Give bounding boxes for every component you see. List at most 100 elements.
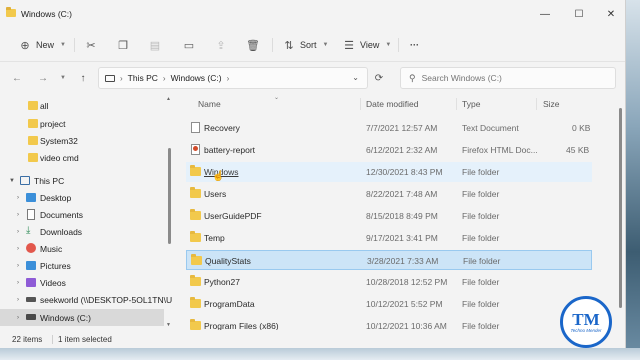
copy-button[interactable]: ❐	[116, 36, 130, 54]
file-type: File folder	[462, 233, 500, 243]
drive-icon	[26, 314, 36, 320]
paste-button[interactable]: ▤	[148, 36, 162, 54]
sidebar-item-label: Desktop	[40, 192, 72, 203]
sidebar-item-system32[interactable]: System32	[0, 132, 164, 149]
file-type: File folder	[463, 256, 501, 266]
sidebar-item-label: Videos	[40, 277, 66, 288]
mouse-cursor-icon: ☝	[212, 171, 225, 182]
sidebar-item-label: Music	[40, 243, 63, 254]
file-row-battery-report[interactable]: battery-report 6/12/2021 2:32 AM Firefox…	[186, 140, 592, 160]
refresh-button[interactable]: ⟳	[372, 71, 386, 85]
paste-icon: ▤	[149, 39, 161, 52]
forward-button[interactable]: →	[36, 71, 50, 85]
file-row-qualitystats[interactable]: QualityStats 3/28/2021 7:33 AM File fold…	[186, 250, 592, 270]
column-divider[interactable]	[360, 98, 361, 110]
file-type: Firefox HTML Doc...	[462, 145, 538, 155]
rename-button[interactable]: ▭	[182, 36, 196, 54]
breadcrumb-windows-c[interactable]: Windows (C:)	[171, 73, 222, 83]
minimize-button[interactable]: —	[534, 4, 556, 24]
sidebar-item-desktop[interactable]: › Desktop	[0, 189, 164, 206]
file-row-python27[interactable]: Python27 10/28/2018 12:52 PM File folder	[186, 272, 592, 292]
view-button[interactable]: ☰ View ▼	[342, 36, 391, 54]
sidebar-item-downloads[interactable]: › ⤓ Downloads	[0, 223, 164, 240]
folder-icon	[190, 165, 201, 176]
sidebar-scrollbar[interactable]	[168, 148, 171, 244]
expand-chevron-icon[interactable]: ›	[14, 229, 22, 235]
share-button[interactable]: ⇪	[214, 36, 228, 54]
file-date: 3/28/2021 7:33 AM	[367, 256, 439, 266]
sidebar-item-pictures[interactable]: › Pictures	[0, 257, 164, 274]
file-row-programdata[interactable]: ProgramData 10/12/2021 5:52 PM File fold…	[186, 294, 592, 314]
collapse-chevron-icon[interactable]: ▼	[8, 178, 16, 184]
cut-button[interactable]: ✂	[84, 36, 98, 54]
sidebar-item-documents[interactable]: › Documents	[0, 206, 164, 223]
more-options-button[interactable]: ···	[410, 36, 419, 54]
expand-chevron-icon[interactable]: ›	[14, 195, 22, 201]
expand-chevron-icon[interactable]: ›	[14, 212, 22, 218]
expand-chevron-icon[interactable]: ›	[14, 263, 22, 269]
file-date: 8/22/2021 7:48 AM	[366, 189, 438, 199]
sidebar-item-videos[interactable]: › Videos	[0, 274, 164, 291]
command-bar: ⊕ New ▼ ✂ ❐ ▤ ▭ ⇪ 🗑 ⇅ Sort ▼ ☰ View ▼ ··…	[0, 28, 625, 62]
column-divider[interactable]	[456, 98, 457, 110]
sidebar-item-this-pc[interactable]: ▼ This PC	[0, 172, 164, 189]
address-bar[interactable]: › This PC › Windows (C:) › ⌄	[98, 67, 368, 89]
file-date: 10/12/2021 10:36 AM	[366, 321, 447, 330]
sort-button[interactable]: ⇅ Sort ▼	[282, 36, 328, 54]
file-row-temp[interactable]: Temp 9/17/2021 3:41 PM File folder	[186, 228, 592, 248]
folder-icon	[190, 297, 201, 308]
sidebar-scroll-up-icon[interactable]: ▲	[166, 96, 171, 102]
search-placeholder: Search Windows (C:)	[421, 73, 502, 83]
file-row-program-files-x86[interactable]: Program Files (x86) 10/12/2021 10:36 AM …	[186, 316, 592, 330]
back-button[interactable]: ←	[10, 71, 24, 85]
up-button[interactable]: ↑	[76, 71, 90, 85]
selection-count: 1 item selected	[58, 335, 112, 344]
column-header-size[interactable]: Size	[543, 99, 560, 109]
sidebar-item-network-drive[interactable]: › seekworld (\\DESKTOP-5OL1TN\U	[0, 291, 172, 308]
file-list-scrollbar[interactable]	[619, 108, 622, 308]
sidebar-scroll-down-icon[interactable]: ▼	[166, 322, 171, 328]
folder-icon	[190, 275, 201, 286]
expand-chevron-icon[interactable]: ›	[14, 246, 22, 252]
sidebar-item-music[interactable]: › Music	[0, 240, 164, 257]
search-input[interactable]: ⚲ Search Windows (C:)	[400, 67, 616, 89]
file-row-recovery[interactable]: Recovery 7/7/2021 12:57 AM Text Document…	[186, 118, 592, 138]
new-button[interactable]: ⊕ New ▼	[18, 36, 66, 54]
folder-icon	[6, 7, 16, 17]
text-file-icon	[191, 122, 200, 133]
breadcrumb-this-pc[interactable]: This PC	[128, 73, 158, 83]
file-date: 7/7/2021 12:57 AM	[366, 123, 438, 133]
file-row-userguidepdf[interactable]: UserGuidePDF 8/15/2018 8:49 PM File fold…	[186, 206, 592, 226]
address-dropdown-icon[interactable]: ⌄	[352, 73, 359, 82]
expand-chevron-icon[interactable]: ›	[14, 297, 22, 303]
delete-button[interactable]: 🗑	[246, 36, 260, 54]
sidebar-item-label: Pictures	[40, 260, 71, 271]
column-divider[interactable]	[536, 98, 537, 110]
recent-locations-button[interactable]: ▼	[56, 71, 70, 85]
copy-icon: ❐	[118, 39, 128, 52]
sidebar-item-video-cmd[interactable]: video cmd	[0, 149, 164, 166]
sidebar-item-all[interactable]: all	[0, 97, 164, 114]
status-bar: 22 items 1 item selected	[0, 330, 625, 348]
maximize-button[interactable]: ☐	[568, 4, 590, 24]
file-row-windows[interactable]: Windows 12/30/2021 8:43 PM File folder	[186, 162, 592, 182]
navigation-bar: ← → ▼ ↑ › This PC › Windows (C:) › ⌄ ⟳ ⚲…	[0, 62, 625, 94]
column-header-type[interactable]: Type	[462, 99, 480, 109]
sidebar-item-project[interactable]: project	[0, 115, 164, 132]
file-date: 8/15/2018 8:49 PM	[366, 211, 438, 221]
column-header-name[interactable]: Name	[198, 99, 221, 109]
file-name: Users	[204, 189, 227, 199]
close-button[interactable]: ✕	[600, 4, 622, 24]
view-label: View	[360, 40, 380, 50]
sidebar-item-windows-c[interactable]: › Windows (C:)	[0, 309, 164, 326]
divider	[52, 335, 53, 344]
sidebar-item-label: This PC	[34, 175, 65, 186]
desktop-background	[626, 0, 640, 360]
file-row-users[interactable]: Users 8/22/2021 7:48 AM File folder	[186, 184, 592, 204]
file-explorer-window: Windows (C:) — ☐ ✕ ⊕ New ▼ ✂ ❐ ▤ ▭ ⇪ 🗑 ⇅…	[0, 0, 626, 348]
expand-chevron-icon[interactable]: ›	[14, 280, 22, 286]
expand-chevron-icon[interactable]: ›	[14, 315, 22, 321]
documents-icon	[27, 209, 35, 220]
column-header-date[interactable]: Date modified	[366, 99, 418, 109]
title-bar[interactable]: Windows (C:) — ☐ ✕	[0, 0, 625, 28]
